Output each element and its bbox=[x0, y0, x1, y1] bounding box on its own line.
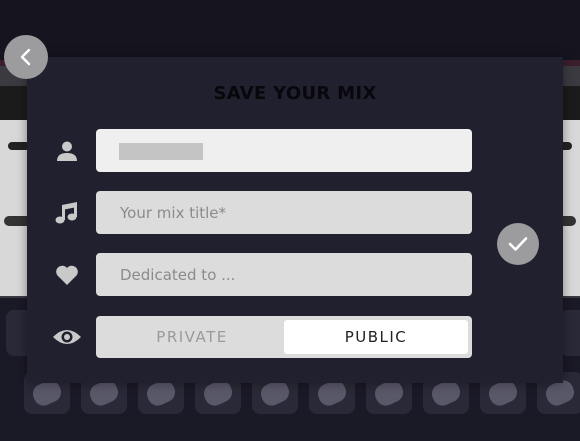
chevron-left-icon bbox=[20, 48, 31, 66]
heart-icon bbox=[51, 259, 83, 291]
back-button[interactable] bbox=[4, 35, 48, 79]
eye-icon bbox=[51, 321, 83, 353]
user-icon bbox=[51, 135, 83, 167]
dedication-input[interactable] bbox=[96, 253, 472, 296]
music-note-icon bbox=[51, 197, 83, 229]
check-icon bbox=[508, 237, 528, 251]
private-option[interactable]: PRIVATE bbox=[100, 320, 284, 354]
public-option[interactable]: PUBLIC bbox=[284, 320, 468, 354]
save-mix-dialog: SAVE YOUR MIX PRIVATE bbox=[27, 57, 563, 383]
name-value-redacted bbox=[119, 143, 203, 160]
visibility-toggle: PRIVATE PUBLIC bbox=[96, 316, 472, 358]
background-tile bbox=[560, 310, 580, 356]
dialog-title: SAVE YOUR MIX bbox=[213, 83, 377, 104]
mix-title-input[interactable] bbox=[96, 191, 472, 234]
confirm-button[interactable] bbox=[497, 223, 539, 265]
